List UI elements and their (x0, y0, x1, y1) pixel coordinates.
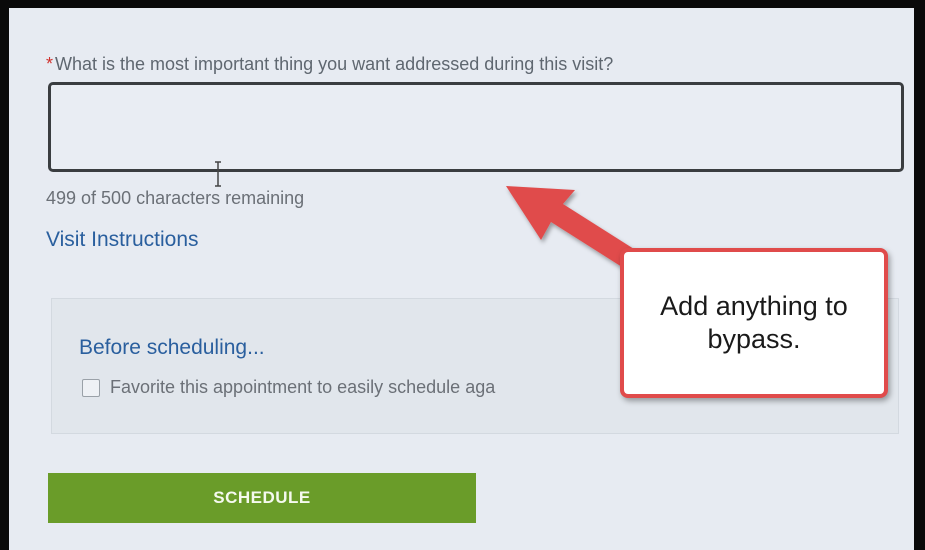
favorite-label: Favorite this appointment to easily sche… (110, 377, 496, 397)
answer-textarea[interactable] (48, 82, 904, 172)
annotation-callout: Add anything to bypass. (620, 248, 888, 398)
callout-text: Add anything to bypass. (660, 291, 848, 354)
required-marker: * (46, 54, 54, 74)
char-count: 499 of 500 characters remaining (46, 188, 305, 208)
before-scheduling-title: Before scheduling... (79, 336, 265, 359)
schedule-button[interactable]: SCHEDULE (48, 473, 476, 523)
question-label: * What is the most important thing you wa… (46, 54, 613, 75)
favorite-checkbox[interactable] (82, 379, 100, 397)
visit-instructions-link[interactable]: Visit Instructions (46, 228, 199, 252)
question-text: What is the most important thing you wan… (55, 54, 614, 74)
text-cursor-icon (215, 161, 221, 187)
